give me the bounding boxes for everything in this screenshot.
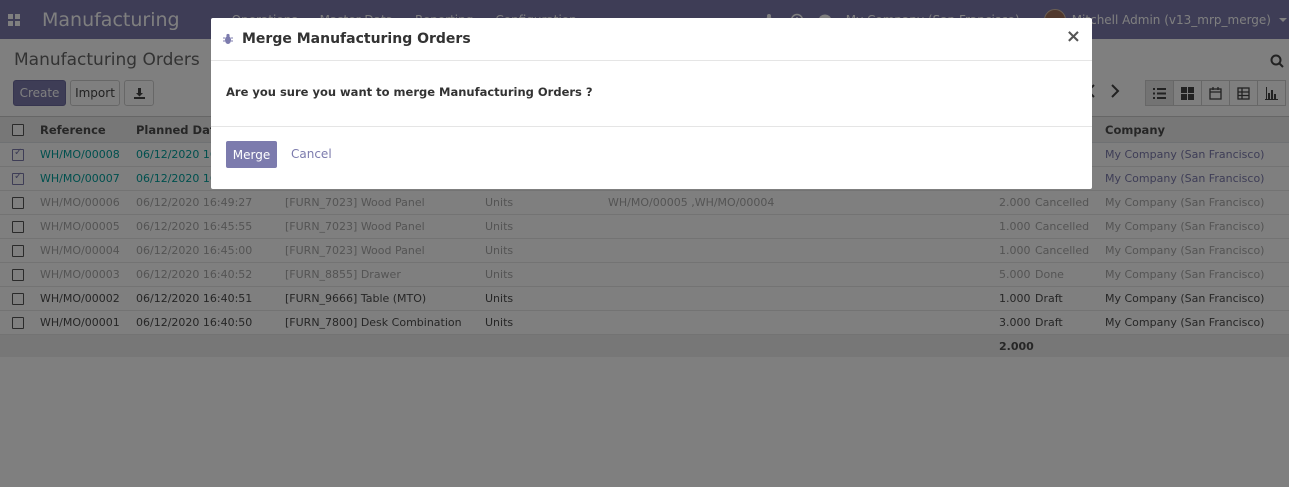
dialog-header: Merge Manufacturing Orders × (211, 18, 1092, 61)
cancel-button[interactable]: Cancel (291, 147, 332, 161)
merge-dialog: Merge Manufacturing Orders × Are you sur… (211, 18, 1092, 189)
dialog-body: Are you sure you want to merge Manufactu… (211, 61, 1092, 127)
close-icon[interactable]: × (1066, 26, 1081, 47)
dialog-footer: Merge Cancel (211, 127, 1092, 189)
bug-icon (223, 33, 233, 44)
dialog-title: Merge Manufacturing Orders (242, 31, 471, 47)
dialog-message: Are you sure you want to merge Manufactu… (226, 85, 593, 99)
merge-button[interactable]: Merge (226, 141, 277, 168)
